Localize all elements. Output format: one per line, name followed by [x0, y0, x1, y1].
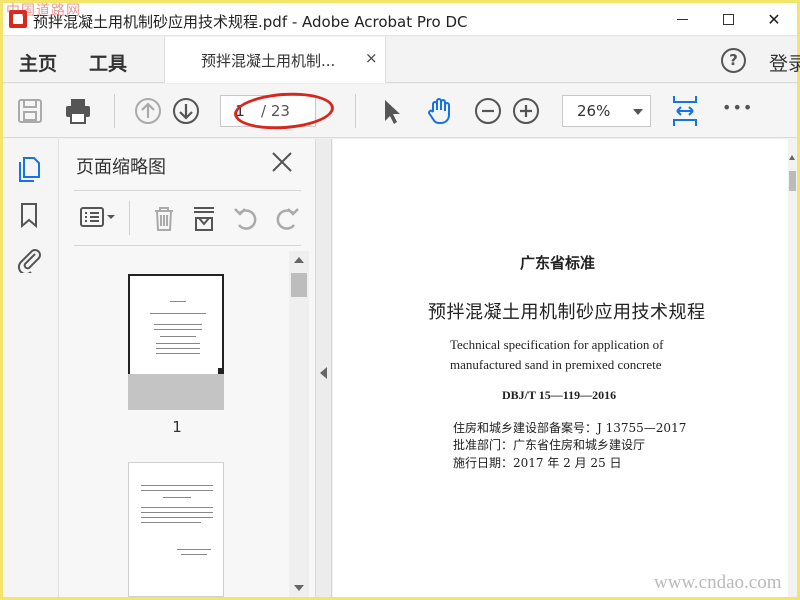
thumbnail-scrollbar[interactable]: [289, 251, 309, 597]
left-rail: [3, 139, 59, 597]
thumb-text-line: [154, 324, 202, 325]
options-icon[interactable]: [79, 203, 117, 233]
minimize-button[interactable]: [659, 3, 705, 36]
hand-icon[interactable]: [425, 96, 455, 126]
help-icon[interactable]: ?: [721, 48, 746, 73]
maximize-button[interactable]: [705, 3, 751, 36]
collapse-panel-icon[interactable]: [320, 367, 327, 379]
thumb-text-line: [156, 348, 200, 349]
thumb-text-line: [154, 329, 202, 330]
thumb-text-line: [181, 554, 207, 555]
panel-title: 页面缩略图: [76, 157, 166, 178]
delete-icon[interactable]: [149, 203, 179, 233]
watermark-bottom: www.cndao.com: [654, 572, 782, 593]
document-scrollbar[interactable]: [788, 139, 797, 597]
minimize-icon: [676, 19, 688, 20]
fit-page-icon[interactable]: [669, 94, 701, 128]
doc-code: DBJ/T 15—119—2016: [502, 388, 617, 402]
scroll-down-icon[interactable]: [294, 585, 304, 591]
doc-title-en-line1: Technical specification for application …: [450, 337, 664, 352]
close-window-button[interactable]: ✕: [751, 3, 797, 36]
bookmarks-icon[interactable]: [15, 201, 43, 229]
more-tools-icon[interactable]: •••: [722, 98, 753, 117]
zoom-value: 26%: [577, 102, 611, 120]
thumb-text-line: [170, 301, 186, 302]
page-total: / 23: [261, 102, 290, 120]
toolbar-separator: [355, 94, 356, 128]
page-number-box: / 23: [220, 95, 316, 127]
doc-title-cn: 预拌混凝土用机制砂应用技术规程: [428, 302, 706, 323]
thumb-text-line: [177, 549, 211, 550]
nav-home-tab[interactable]: 主页: [19, 49, 57, 76]
rotate-right-icon[interactable]: [272, 203, 302, 233]
doc-effective-date: 施行日期：2017 年 2 月 25 日: [453, 456, 622, 470]
page-thumbnail-2[interactable]: [128, 462, 224, 597]
scroll-thumb[interactable]: [291, 273, 307, 297]
window-title: 预拌混凝土用机制砂应用技术规程.pdf - Adobe Acrobat Pro …: [33, 13, 468, 31]
watermark-top: 中国道路网: [6, 3, 81, 19]
document-tab-label: 预拌混凝土用机制...: [201, 52, 336, 70]
zoom-out-icon[interactable]: [473, 96, 503, 126]
thumb-text-line: [141, 490, 213, 491]
doc-approver: 批准部门：广东省住房和城乡建设厅: [453, 438, 646, 452]
thumbnail-panel: 页面缩略图 1: [59, 139, 316, 597]
thumb-text-line: [141, 485, 213, 486]
thumbnail-viewport-shade: [128, 374, 224, 410]
thumb-text-line: [141, 512, 213, 513]
thumb-text-line: [156, 343, 200, 344]
next-page-icon[interactable]: [171, 96, 201, 126]
rotate-left-icon[interactable]: [231, 203, 261, 233]
panel-splitter[interactable]: [316, 139, 332, 597]
close-icon[interactable]: [269, 149, 295, 175]
thumb-text-line: [141, 517, 213, 518]
chevron-down-icon: [633, 109, 643, 115]
save-icon[interactable]: [15, 96, 45, 126]
extract-icon[interactable]: [189, 203, 219, 233]
maximize-icon: [722, 14, 734, 25]
panel-divider: [74, 190, 301, 191]
select-cursor-icon[interactable]: [376, 96, 406, 126]
attachments-icon[interactable]: [15, 245, 43, 273]
page-number-input[interactable]: [225, 96, 255, 126]
toolbar: / 23 26% •••: [3, 84, 797, 138]
page-thumbnail-label: 1: [172, 418, 182, 436]
document-tab-close-icon[interactable]: ×: [365, 49, 378, 67]
thumb-text-line: [156, 353, 200, 354]
nav-bar: 主页 工具 预拌混凝土用机制... × ? 登录: [3, 37, 800, 83]
close-icon: ✕: [767, 10, 781, 29]
thumb-text-line: [141, 522, 201, 523]
zoom-select[interactable]: 26%: [562, 95, 651, 127]
page-thumbnails-icon[interactable]: [15, 155, 43, 183]
prev-page-icon[interactable]: [133, 96, 163, 126]
thumb-text-line: [150, 313, 206, 314]
doc-filing-number: 住房和城乡建设部备案号：J 13755—2017: [453, 421, 687, 435]
toolbar-separator: [114, 94, 115, 128]
thumb-text-line: [160, 336, 196, 337]
doc-standard-label: 广东省标准: [520, 254, 596, 272]
panel-divider: [74, 245, 301, 246]
zoom-in-icon[interactable]: [511, 96, 541, 126]
nav-tools-tab[interactable]: 工具: [89, 49, 127, 76]
signin-link[interactable]: 登录: [769, 49, 800, 76]
title-bar: 预拌混凝土用机制砂应用技术规程.pdf - Adobe Acrobat Pro …: [3, 3, 797, 36]
print-icon[interactable]: [63, 96, 93, 126]
scroll-thumb[interactable]: [789, 171, 796, 191]
thumb-text-line: [163, 497, 191, 498]
thumbnail-resize-handle[interactable]: [218, 368, 224, 374]
scroll-up-icon[interactable]: [294, 257, 304, 263]
doc-title-en-line2: manufactured sand in premixed concrete: [450, 357, 662, 372]
document-tab[interactable]: 预拌混凝土用机制... ×: [164, 37, 386, 83]
panel-tool-separator: [129, 201, 130, 235]
scroll-up-icon[interactable]: [789, 155, 795, 160]
thumb-text-line: [141, 507, 213, 508]
